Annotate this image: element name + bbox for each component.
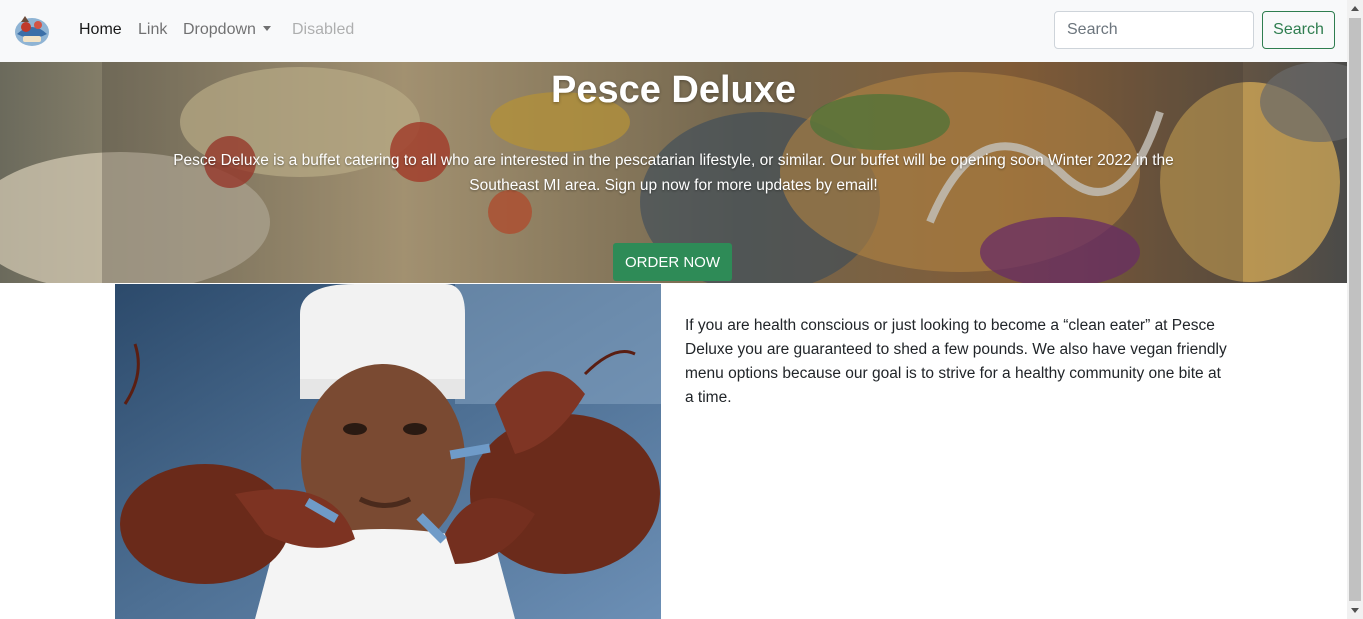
page-scrollbar[interactable] [1347,0,1363,619]
scroll-down-icon[interactable] [1351,608,1359,613]
hero-title: Pesce Deluxe [550,69,797,111]
chevron-down-icon [262,26,271,31]
order-now-button[interactable]: ORDER NOW [613,243,732,281]
scrollbar-thumb[interactable] [1349,18,1361,601]
navbar: Home Link Dropdown Disabled Search [0,0,1347,62]
search-button[interactable]: Search [1262,11,1335,49]
nav-dropdown-toggle[interactable]: Dropdown [183,20,271,40]
search-input[interactable] [1054,11,1254,49]
chef-lobster-image [115,284,661,619]
nav-link-link[interactable]: Link [138,20,167,40]
nav-link-disabled: Disabled [292,21,355,38]
scroll-up-icon[interactable] [1351,6,1359,11]
hero-description: Pesce Deluxe is a buffet catering to all… [173,152,1174,194]
brand-logo-icon[interactable] [13,12,51,48]
hero-section: Pesce Deluxe Pesce Deluxe is a buffet ca… [0,62,1347,283]
about-paragraph: If you are health conscious or just look… [685,317,1227,406]
nav-link-home[interactable]: Home [79,20,122,40]
nav-dropdown-label: Dropdown [183,21,256,38]
